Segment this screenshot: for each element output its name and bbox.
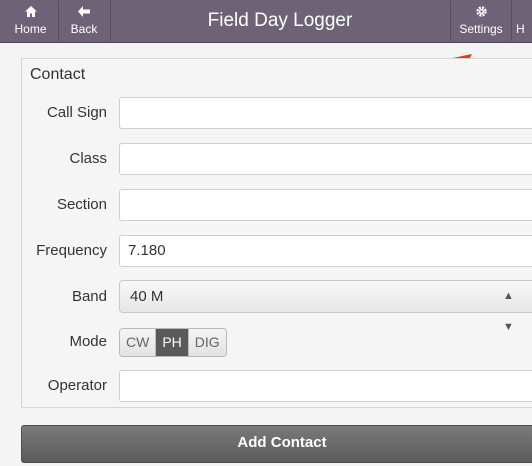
call-sign-label: Call Sign xyxy=(46,104,107,121)
mode-ph-button[interactable]: PH xyxy=(155,329,188,356)
band-value: 40 M xyxy=(130,288,164,305)
mode-cw-button[interactable]: CW xyxy=(120,329,156,356)
back-button[interactable]: Back xyxy=(58,1,111,41)
gear-icon xyxy=(451,5,511,22)
form-legend: Contact xyxy=(30,66,86,83)
home-label: Home xyxy=(14,22,47,36)
updown-chevron-icon: ▲ ▼ xyxy=(503,290,514,333)
frequency-label: Frequency xyxy=(36,242,107,259)
back-arrow-icon xyxy=(58,5,110,22)
operator-input[interactable] xyxy=(119,370,532,402)
operator-label: Operator xyxy=(47,377,107,394)
frequency-input[interactable]: 7.180 xyxy=(119,235,532,267)
mode-dig-button[interactable]: DIG xyxy=(187,329,226,356)
home-button[interactable]: Home xyxy=(3,1,59,41)
mode-label: Mode xyxy=(69,333,107,350)
help-button[interactable]: H xyxy=(511,1,532,41)
app-header: Home Back Field Day Logger Settings H xyxy=(0,0,532,43)
settings-button[interactable]: Settings xyxy=(450,1,512,41)
home-icon xyxy=(3,5,58,22)
settings-label: Settings xyxy=(459,22,503,36)
section-input[interactable] xyxy=(119,189,532,221)
class-label: Class xyxy=(69,150,107,167)
page-title: Field Day Logger xyxy=(207,10,353,31)
back-label: Back xyxy=(70,22,98,36)
band-label: Band xyxy=(71,288,107,305)
help-label: H xyxy=(516,22,525,36)
call-sign-input[interactable] xyxy=(119,97,532,129)
mode-segmented-control: CW PH DIG xyxy=(119,328,227,357)
section-label: Section xyxy=(56,196,107,213)
band-select[interactable]: 40 M ▲ ▼ xyxy=(119,280,532,333)
class-input[interactable] xyxy=(119,143,532,175)
add-contact-button[interactable]: Add Contact xyxy=(21,425,532,463)
